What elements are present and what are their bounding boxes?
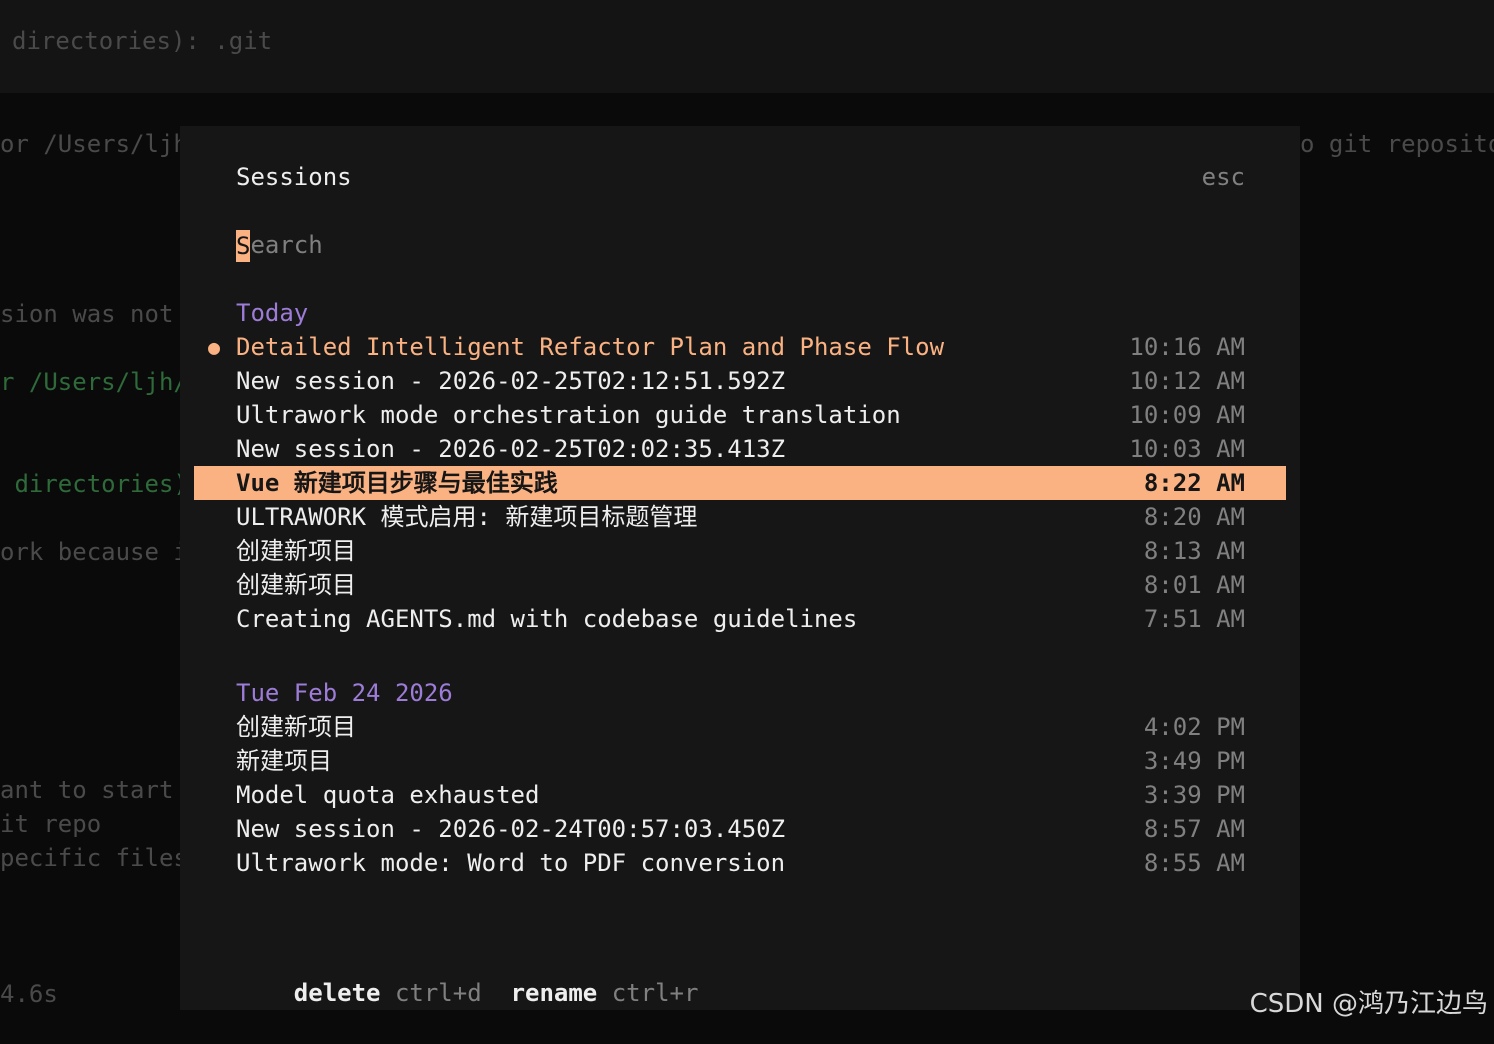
session-item[interactable]: Ultrawork mode orchestration guide trans… [194, 398, 1286, 432]
current-session-dot-icon: ● [208, 335, 221, 359]
session-time: 10:03 AM [1129, 435, 1245, 463]
session-time: 8:20 AM [1143, 503, 1245, 531]
session-item[interactable]: 创建新项目 8:01 AM [194, 568, 1286, 602]
background-output-line: or /Users/ljh [0, 130, 188, 158]
session-item[interactable]: Model quota exhausted 3:39 PM [194, 778, 1286, 812]
background-output-line: 4.6s [0, 980, 58, 1008]
session-time: 8:57 AM [1143, 815, 1245, 843]
session-item[interactable]: ULTRAWORK 模式启用: 新建项目标题管理 8:20 AM [194, 500, 1286, 534]
session-title: New session - 2026-02-25T02:12:51.592Z [236, 367, 786, 395]
session-item[interactable]: Ultrawork mode: Word to PDF conversion 8:… [194, 846, 1286, 880]
keybind-footer: delete ctrl+d rename ctrl+r [236, 942, 699, 1044]
session-title: New session - 2026-02-24T00:57:03.450Z [236, 815, 786, 843]
session-time: 10:16 AM [1129, 333, 1245, 361]
session-title: 新建项目 [236, 747, 332, 775]
sessions-dialog: Sessions esc S Today ● Detailed Intelligen… [180, 126, 1300, 1010]
session-item[interactable]: Vue 新建项目步骤与最佳实践 8:22 AM [194, 466, 1286, 500]
session-group-label: Tue Feb 24 2026 [236, 679, 453, 707]
session-time: 8:55 AM [1143, 849, 1245, 877]
session-time: 10:09 AM [1129, 401, 1245, 429]
session-item[interactable]: Creating AGENTS.md with codebase guideli… [194, 602, 1286, 636]
session-title: Detailed Intelligent Refactor Plan and P… [236, 333, 945, 361]
background-output-line: ork because i [0, 538, 188, 566]
session-item[interactable]: 新建项目 3:49 PM [194, 744, 1286, 778]
background-output-line: sion was not [0, 300, 174, 328]
search-input[interactable] [236, 228, 1236, 262]
session-title: New session - 2026-02-25T02:02:35.413Z [236, 435, 786, 463]
session-title: 创建新项目 [236, 537, 356, 565]
session-title: Ultrawork mode orchestration guide trans… [236, 401, 901, 429]
session-time: 8:01 AM [1143, 571, 1245, 599]
session-title: 创建新项目 [236, 713, 356, 741]
session-time: 3:39 PM [1143, 781, 1245, 809]
session-item[interactable]: 创建新项目 4:02 PM [194, 710, 1286, 744]
session-item[interactable]: New session - 2026-02-25T02:12:51.592Z 10… [194, 364, 1286, 398]
search-box[interactable]: S [236, 228, 1236, 262]
session-time: 8:13 AM [1143, 537, 1245, 565]
background-output-line: ant to start [0, 776, 174, 804]
background-output-line: directories): .git [12, 27, 273, 55]
background-output-line: r /Users/ljh/ [0, 368, 188, 396]
background-output-line: pecific files [0, 844, 188, 872]
background-output-line: directories) [0, 470, 188, 498]
delete-shortcut: ctrl+d [394, 979, 482, 1007]
session-item[interactable]: New session - 2026-02-24T00:57:03.450Z 8:… [194, 812, 1286, 846]
rename-shortcut: ctrl+r [611, 979, 699, 1007]
rename-action[interactable]: rename [511, 979, 598, 1007]
session-title: Model quota exhausted [236, 781, 540, 809]
session-title: Ultrawork mode: Word to PDF conversion [236, 849, 786, 877]
session-time: 10:12 AM [1129, 367, 1245, 395]
session-item[interactable]: 创建新项目 8:13 AM [194, 534, 1286, 568]
background-output-line: o git reposito [1300, 130, 1494, 158]
terminal-top-output: directories): .git [0, 0, 1494, 93]
session-time: 8:22 AM [1143, 469, 1245, 497]
session-title: 创建新项目 [236, 571, 356, 599]
background-output-line: it repo [0, 810, 102, 838]
session-time: 4:02 PM [1143, 713, 1245, 741]
session-item[interactable]: ● Detailed Intelligent Refactor Plan and … [194, 330, 1286, 364]
delete-action[interactable]: delete [294, 979, 381, 1007]
session-time: 7:51 AM [1143, 605, 1245, 633]
dialog-title: Sessions [236, 163, 352, 191]
session-title: Vue 新建项目步骤与最佳实践 [236, 469, 558, 497]
session-item[interactable]: New session - 2026-02-25T02:02:35.413Z 10… [194, 432, 1286, 466]
session-title: Creating AGENTS.md with codebase guideli… [236, 605, 858, 633]
session-title: ULTRAWORK 模式启用: 新建项目标题管理 [236, 503, 698, 531]
session-group-label: Today [236, 299, 309, 327]
session-time: 3:49 PM [1143, 747, 1245, 775]
close-hint[interactable]: esc [1202, 160, 1245, 194]
watermark: CSDN @鸿乃江边鸟 [1249, 989, 1488, 1019]
